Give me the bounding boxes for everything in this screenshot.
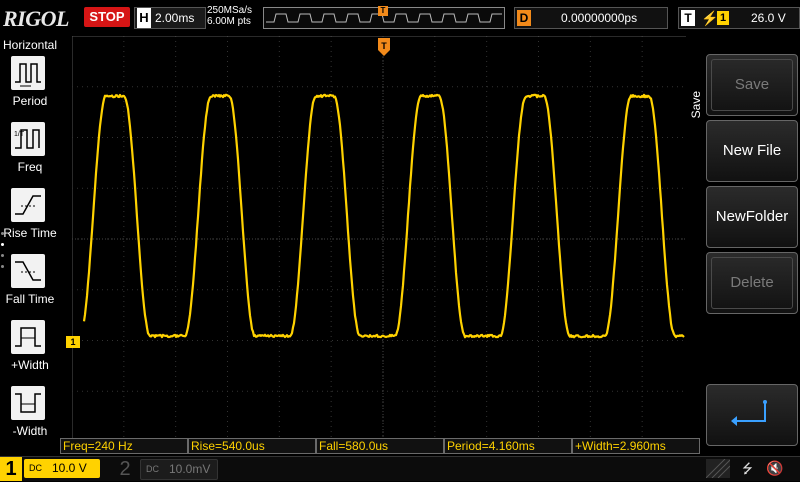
speaker-muted-icon[interactable]: 🔇 [766,460,783,477]
rise-time-label: Rise Time [0,226,60,240]
waveform-graticule[interactable] [72,36,694,442]
grid-lines [72,36,694,442]
period-label: Period [0,94,60,108]
pos-width-label: +Width [0,358,60,372]
fall-time-label: Fall Time [0,292,60,306]
channel-status-bar: 1 DC 10.0 V 2 DC 10.0mV ⭍ 🔇 [0,456,800,481]
trigger-position-marker[interactable]: T [378,38,390,56]
save-button[interactable]: Save [706,54,798,116]
measure-freq-item[interactable]: 1/T Freq [0,122,60,184]
svg-text:1/T: 1/T [14,131,25,138]
menu-page-indicator [1,232,4,276]
meas-freq[interactable]: Freq=240 Hz [60,438,188,454]
trigger-position-letter: T [381,41,387,51]
rising-edge-icon: ⚡ [701,9,718,27]
run-stop-indicator[interactable]: STOP [84,7,130,27]
meas-pos-width[interactable]: +Width=2.960ms [572,438,700,454]
right-menu-title: Save [689,91,705,118]
ch1-number[interactable]: 1 [0,457,22,481]
meas-period[interactable]: Period=4.160ms [444,438,572,454]
top-status-bar: RIGOL STOP H 2.00ms 250MSa/s 6.00M pts T… [0,0,800,36]
horizontal-measure-menu: Horizontal Period 1/T Freq Rise Time Fal… [0,36,60,456]
save-softkey-menu: Save Save New File NewFolder Delete [686,36,800,456]
period-icon [11,56,45,90]
measure-neg-width-item[interactable]: -Width [0,386,60,448]
left-menu-title: Horizontal [0,38,60,52]
ch1-waveform-trace [84,95,684,337]
delay-value: 0.00000000ps [561,8,637,28]
pos-width-icon [11,320,45,354]
delay-display[interactable]: D 0.00000000ps [514,7,668,29]
enter-return-icon [707,385,797,445]
delete-button-label: Delete [707,253,797,313]
trigger-level-value: 26.0 V [751,8,786,28]
timebase-display[interactable]: H 2.00ms [134,7,206,29]
memory-depth: 6.00M pts [207,16,252,27]
freq-icon: 1/T [11,122,45,156]
measure-period-item[interactable]: Period [0,56,60,118]
decoder-hatch-icon [706,459,730,478]
ch1-scale-box[interactable]: DC 10.0 V [24,459,100,478]
measure-pos-width-item[interactable]: +Width [0,320,60,382]
save-button-label: Save [707,55,797,115]
ch2-number[interactable]: 2 [114,457,136,481]
trigger-letter: T [681,10,695,26]
new-file-button[interactable]: New File [706,120,798,182]
measure-fall-time-item[interactable]: Fall Time [0,254,60,316]
trigger-source-channel: 1 [717,11,729,25]
sample-rate: 250MSa/s [207,5,252,16]
ch2-scale-box[interactable]: DC 10.0mV [140,459,218,480]
freq-label: Freq [0,160,60,174]
meas-rise[interactable]: Rise=540.0us [188,438,316,454]
rigol-logo: RIGOL [3,6,69,32]
ch2-scale: 10.0mV [169,460,210,479]
ch2-coupling: DC [146,460,159,479]
timeline-trigger-marker: T [378,6,388,16]
trigger-display[interactable]: T ⚡ 1 26.0 V [678,7,800,29]
enter-button[interactable] [706,384,798,446]
new-folder-button[interactable]: NewFolder [706,186,798,248]
delete-button[interactable]: Delete [706,252,798,314]
rise-time-icon [11,188,45,222]
fall-time-icon [11,254,45,288]
meas-fall[interactable]: Fall=580.0us [316,438,444,454]
acquisition-info: 250MSa/s 6.00M pts [207,5,252,27]
timebase-value: 2.00ms [155,8,194,28]
ch1-coupling: DC [29,459,42,478]
new-file-button-label: New File [707,121,797,181]
ch1-scale: 10.0 V [52,459,87,478]
usb-icon: ⭍ [742,460,753,482]
horizontal-letter: H [137,8,151,28]
neg-width-label: -Width [0,424,60,438]
delay-letter: D [517,10,531,26]
measure-rise-time-item[interactable]: Rise Time [0,188,60,250]
ch1-ground-marker[interactable]: 1 [66,336,80,348]
new-folder-button-label: NewFolder [707,187,797,247]
measurement-results-bar: Freq=240 Hz Rise=540.0us Fall=580.0us Pe… [60,438,700,454]
neg-width-icon [11,386,45,420]
